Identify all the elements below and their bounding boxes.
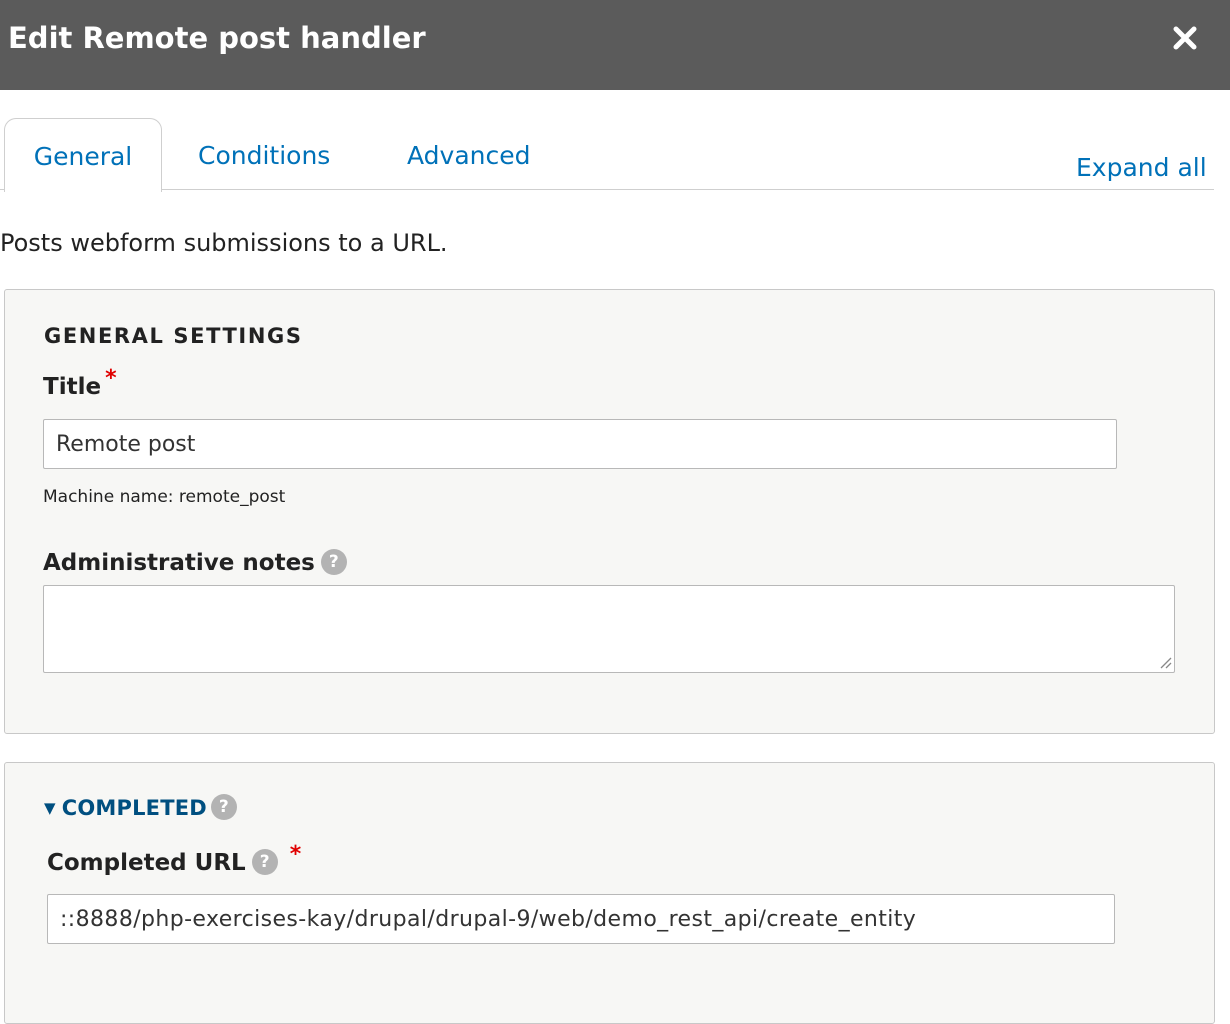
tab-advanced[interactable]: Advanced	[407, 118, 531, 190]
help-icon[interactable]: ?	[210, 794, 237, 820]
administrative-notes-label-text: Administrative notes	[43, 550, 315, 576]
triangle-down-icon: ▼	[44, 799, 56, 817]
administrative-notes-label: Administrative notes?	[43, 548, 347, 578]
title-label: Title *	[43, 366, 117, 403]
required-marker: *	[289, 842, 302, 867]
dialog-title: Edit Remote post handler	[8, 21, 426, 55]
help-icon[interactable]: ?	[320, 548, 347, 575]
resize-grip-icon[interactable]	[1158, 655, 1172, 669]
general-settings-legend: GENERAL SETTINGS	[44, 324, 303, 348]
completed-url-label-text: Completed URL	[47, 850, 246, 876]
tab-bar: General Conditions Advanced	[0, 118, 1230, 192]
completed-url-label: Completed URL? *	[47, 842, 301, 879]
completed-summary-label: COMPLETED	[61, 796, 207, 820]
handler-description: Posts webform submissions to a URL.	[0, 229, 448, 257]
help-icon[interactable]: ?	[251, 848, 278, 875]
tab-general[interactable]: General	[4, 118, 162, 192]
completed-details: ▼ COMPLETED? Completed URL? *	[4, 762, 1215, 1024]
tab-divider	[0, 189, 1214, 190]
general-settings-fieldset: GENERAL SETTINGS Title* Machine name: re…	[4, 289, 1215, 734]
required-marker: *	[105, 366, 117, 391]
title-input[interactable]	[43, 419, 1117, 469]
tab-conditions[interactable]: Conditions	[198, 118, 330, 190]
completed-summary-toggle[interactable]: ▼ COMPLETED?	[44, 793, 237, 825]
machine-name-text: Machine name: remote_post	[43, 487, 286, 507]
completed-url-input[interactable]	[47, 894, 1115, 944]
expand-all-link[interactable]: Expand all	[1076, 150, 1207, 186]
administrative-notes-textarea[interactable]	[43, 585, 1175, 673]
close-icon[interactable]	[1166, 18, 1204, 58]
dialog-titlebar: Edit Remote post handler	[0, 0, 1230, 90]
title-label-text: Title	[43, 374, 102, 400]
